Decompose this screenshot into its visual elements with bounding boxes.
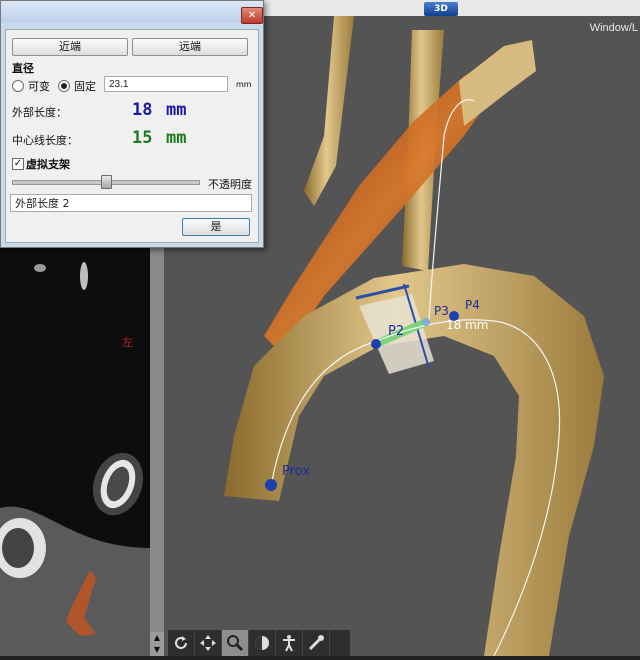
- far-end-button[interactable]: 远端: [132, 38, 248, 56]
- zoom-icon[interactable]: [222, 630, 249, 656]
- centerline-length-label: 中心线长度：: [12, 134, 78, 147]
- diameter-unit: mm: [236, 80, 252, 89]
- ct-slice-view[interactable]: [0, 248, 150, 656]
- contrast-icon[interactable]: [249, 630, 276, 656]
- label-p3: P3: [434, 304, 449, 318]
- vessel-left-upper: [304, 16, 354, 206]
- opacity-slider-thumb[interactable]: [101, 175, 112, 189]
- virtual-stent-checkbox[interactable]: ✓: [12, 158, 24, 170]
- measurement-name-input[interactable]: 外部长度 2: [10, 194, 252, 212]
- orientation-label: 左: [122, 336, 133, 349]
- measurement-label: 18 mm: [446, 318, 489, 332]
- label-prox: Prox: [282, 464, 310, 479]
- virtual-stent-label: 虚拟支架: [26, 158, 70, 171]
- view-toolbar: [168, 630, 350, 656]
- view-divider[interactable]: [150, 248, 164, 656]
- scroll-arrows[interactable]: ▲ ▼: [150, 632, 164, 656]
- stent-dialog: ✕ 近端 远端 直径 可变 固定 23.1 mm 外部长度： 18 mm 中心线…: [0, 0, 264, 248]
- fixed-radio[interactable]: [58, 80, 70, 92]
- outer-length-value: 18: [132, 100, 153, 120]
- marker-p3: [422, 318, 430, 326]
- marker-prox: [265, 479, 277, 491]
- rotate-icon[interactable]: [168, 630, 195, 656]
- centerline-length-value: 15: [132, 128, 153, 148]
- marker-p2: [371, 339, 381, 349]
- close-button[interactable]: ✕: [241, 7, 263, 24]
- centerline-length-unit: mm: [166, 128, 187, 148]
- vessel-top-right: [459, 40, 536, 126]
- tab-3d[interactable]: 3D: [424, 2, 458, 16]
- window-level-label: Window/L: [589, 22, 638, 34]
- variable-label: 可变: [28, 80, 50, 93]
- variable-radio[interactable]: [12, 80, 24, 92]
- label-p4: P4: [465, 298, 480, 312]
- pan-icon[interactable]: [195, 630, 222, 656]
- dialog-titlebar[interactable]: [1, 1, 263, 23]
- diameter-input[interactable]: 23.1: [104, 76, 228, 92]
- label-p2: P2: [388, 324, 405, 339]
- dialog-body: 近端 远端 直径 可变 固定 23.1 mm 外部长度： 18 mm 中心线长度…: [5, 29, 259, 243]
- outer-length-unit: mm: [166, 100, 187, 120]
- opacity-label: 不透明度: [208, 178, 252, 191]
- outer-length-label: 外部长度：: [12, 106, 67, 119]
- ok-button[interactable]: 是: [182, 218, 250, 236]
- body-icon[interactable]: [276, 630, 303, 656]
- near-end-button[interactable]: 近端: [12, 38, 128, 56]
- tools-icon[interactable]: [303, 630, 330, 656]
- ct-image: [0, 262, 150, 656]
- fixed-label: 固定: [74, 80, 96, 93]
- diameter-heading: 直径: [12, 62, 34, 75]
